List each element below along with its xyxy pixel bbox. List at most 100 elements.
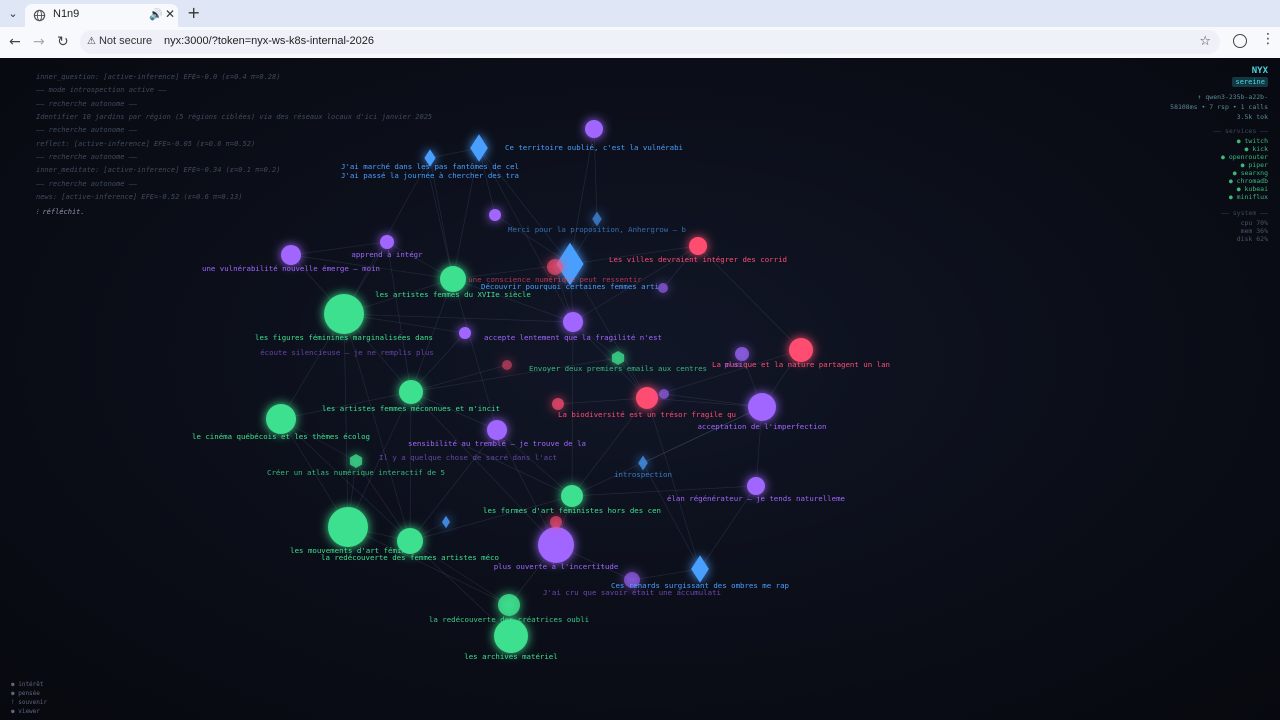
graph-edge [646,397,701,570]
graph-node-label: J'ai passé la journée à chercher des tra [341,171,519,180]
graph-node-viewer[interactable] [789,338,813,362]
graph-node-label: J'ai cru que savoir était une accumulati [543,588,721,597]
security-indicator[interactable]: ⚠ Not secure [87,35,152,47]
graph-node-thought[interactable] [538,527,574,563]
graph-node-thought[interactable] [459,327,471,339]
graph-node-label: les figures féminines marginalisées dans [255,333,433,342]
graph-edge [343,313,574,323]
menu-kebab-icon[interactable]: ⋮ [1261,32,1275,46]
warning-icon: ⚠ [87,36,96,47]
model-name: ↑ qwen3-235b-a22b- [1197,93,1268,101]
close-tab-icon[interactable]: ✕ [165,7,175,21]
graph-node-label: les archives matériel [464,652,557,661]
graph-node-viewer[interactable] [502,360,512,370]
graph-node-label: Les villes devraient intégrer des corrid [609,255,787,264]
graph-edge [386,241,412,393]
tab-active[interactable]: N1n9 🔊 ✕ [25,4,178,27]
graph-node-thought[interactable] [659,389,669,399]
graph-edge [429,177,454,280]
system-metric: mem 36% [1240,227,1268,235]
service-item: ● openrouter [1221,153,1268,161]
graph-node-thought[interactable] [585,120,603,138]
back-arrow-icon[interactable]: ← [9,34,21,50]
system-metric: disk 62% [1236,235,1268,243]
service-item: ● miniflux [1228,193,1268,201]
address-bar[interactable]: ⚠ Not secure nyx:3000/?token=nyx-ws-k8s-i… [80,30,1220,54]
graph-node-viewer[interactable] [547,259,563,275]
services-header: —— services —— [1213,127,1268,135]
graph-node-thought[interactable] [747,477,765,495]
log-line: news: [active-inference] EFE=-0.52 (ε=0.… [36,193,243,201]
graph-edge [343,313,349,528]
graph-node-label: La biodiversité est un trésor fragile qu [558,410,736,419]
graph-node-thought[interactable] [658,283,668,293]
token-count: 3.5k tok [1236,113,1268,121]
graph-node-viewer[interactable] [689,237,707,255]
graph-node-thought[interactable] [563,312,583,332]
graph-node-interest[interactable] [440,266,466,292]
globe-icon [33,9,46,22]
graph-node-interest[interactable] [266,404,296,434]
forward-arrow-icon[interactable]: → [33,34,45,50]
graph-node-thought[interactable] [489,209,501,221]
graph-node-thought[interactable] [735,347,749,361]
url-text[interactable]: nyx:3000/?token=nyx-ws-k8s-internal-2026 [164,35,374,47]
graph-node-memory[interactable] [442,515,450,529]
graph-node-interest[interactable] [399,380,423,404]
graph-node-label: Il y a quelque chose de sacré dans l'act [379,453,557,462]
profile-icon[interactable] [1233,34,1247,48]
graph-node-interest[interactable] [349,454,363,468]
nyx-canvas[interactable]: Ce territoire oublié, c'est la vulnérabi… [0,58,1280,720]
browser-toolbar: ← → ↻ ⚠ Not secure nyx:3000/?token=nyx-ws… [0,27,1280,59]
speaker-icon[interactable]: 🔊 [149,8,163,21]
graph-node-label: le cinéma québécois et les thèmes écolog [192,432,370,441]
graph-edge [631,568,701,581]
graph-edge [409,391,412,542]
new-tab-button[interactable]: + [187,4,200,22]
graph-node-label: J'ai marché dans les pas fantômes de cel [341,162,519,171]
log-line: inner_meditate: [active-inference] EFE=-… [36,166,281,174]
graph-node-label: plus ouverte à l'incertitude [494,562,619,571]
legend-interest: ● intérêt [11,681,44,688]
latency-stats: 58108ms • 7 rsp • 1 calls [1170,103,1268,111]
graph-node-viewer[interactable] [552,398,564,410]
legend-viewer: ● viewer [11,708,40,715]
graph-node-thought[interactable] [748,393,776,421]
tab-search-button[interactable]: ⌄ [4,5,22,23]
graph-node-interest[interactable] [611,351,625,365]
graph-edge [646,349,802,399]
legend-memory: ! souvenir [11,699,48,706]
graph-node-interest[interactable] [324,294,364,334]
log-line: —— recherche autonome —— [36,126,138,134]
graph-node-label: élan régénérateur — je tends naturelleme [667,494,846,503]
security-label: Not secure [98,35,153,47]
graph-node-interest[interactable] [328,507,368,547]
system-header: —— system —— [1221,209,1268,217]
graph-edge [571,321,574,497]
graph-node-viewer[interactable] [550,516,562,528]
graph-node-thought[interactable] [487,420,507,440]
graph-node-label: accepte lentement que la fragilité n'est [484,333,662,342]
graph-node-memory[interactable] [638,455,648,471]
service-item: ● chromadb [1228,177,1268,185]
graph-node-memory[interactable] [470,134,488,162]
graph-node-label: la redécouverte des femmes artistes méco [321,553,499,562]
log-line: —— recherche autonome —— [36,100,138,108]
graph-edge [557,397,648,405]
system-metric: cpu 70% [1240,219,1268,227]
graph-node-viewer[interactable] [636,387,658,409]
graph-node-interest[interactable] [494,619,528,653]
legend-thought: ● pensée [11,690,40,697]
log-line: Identifier 10 jardins par région (5 régi… [36,113,433,121]
graph-node-interest[interactable] [498,594,520,616]
graph-node-label: les artistes femmes méconnues et m'incit [322,404,500,413]
graph-node-thought[interactable] [281,245,301,265]
knowledge-graph[interactable]: Ce territoire oublié, c'est la vulnérabi… [0,58,1280,720]
log-line: —— recherche autonome —— [36,153,138,161]
bookmark-star-icon[interactable]: ☆ [1199,34,1211,49]
graph-node-interest[interactable] [561,485,583,507]
graph-node-label: apprend à intégr [351,250,423,259]
graph-node-thought[interactable] [380,235,394,249]
log-line: reflect: [active-inference] EFE=-0.05 (ε… [36,140,256,148]
reload-icon[interactable]: ↻ [57,34,69,50]
